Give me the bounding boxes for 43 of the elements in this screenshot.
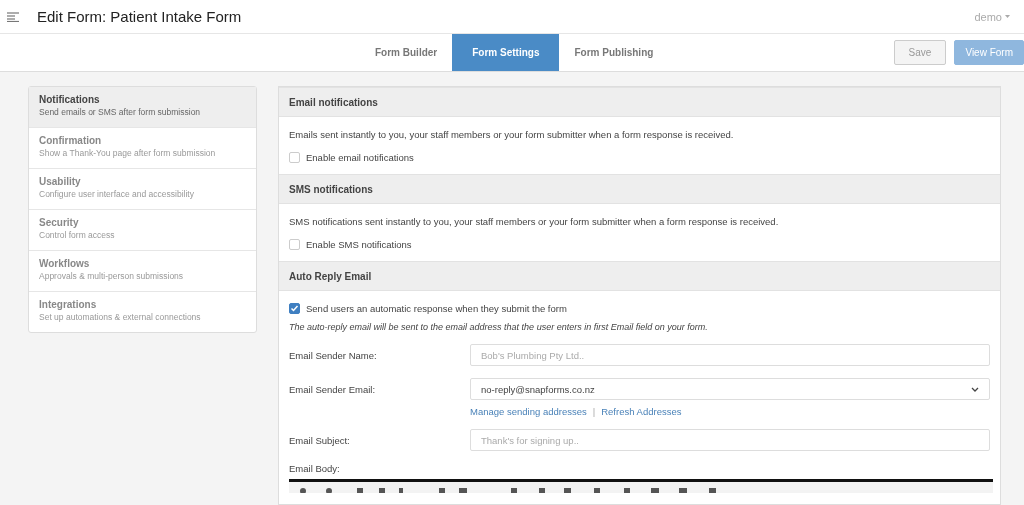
item-description: Configure user interface and accessibility (39, 189, 195, 199)
checkbox-label[interactable]: Enable SMS notifications (306, 239, 412, 250)
item-title: Notifications (39, 94, 101, 105)
tab[interactable]: Form Settings (452, 34, 560, 71)
separator: | (592, 406, 596, 417)
item-description: Set up automations & external connections (39, 312, 202, 322)
section-description: Emails sent instantly to you, your staff members or your form submitter when a form response is received. (289, 129, 735, 140)
save-button[interactable]: Save (893, 40, 947, 65)
page-title: Edit Form: Patient Intake Form (37, 8, 243, 25)
tab[interactable]: Form Builder (360, 34, 453, 71)
sidebar-item[interactable]: Workflows Approvals & multi-person submissions (29, 251, 256, 292)
section-description: SMS notifications sent instantly to you, your staff members or your form submitter when a form response is received. (289, 216, 780, 227)
field-label: Email Subject: (289, 434, 351, 446)
field-label: Email Sender Name: (289, 349, 378, 361)
section-header: Auto Reply Email (279, 261, 1000, 291)
sidebar-item[interactable]: Integrations Set up automations & external connections (29, 292, 256, 332)
item-title: Security (39, 217, 80, 228)
sidebar-item[interactable]: Usability Configure user interface and accessibility (29, 169, 256, 210)
user-menu[interactable]: demo (974, 10, 1010, 23)
checkbox-label[interactable]: Send users an automatic response when they submit the form (306, 303, 567, 314)
tab[interactable]: Form Publishing (559, 34, 669, 71)
field-label: Email Body: (289, 463, 341, 474)
item-title: Usability (39, 176, 82, 187)
link[interactable]: Refresh Addresses (601, 406, 682, 417)
field-label: Email Sender Email: (289, 383, 377, 395)
item-description: Send emails or SMS after form submission (39, 107, 202, 117)
sidebar-item[interactable]: Notifications Send emails or SMS after form submission (29, 87, 256, 128)
sidebar-item[interactable]: Security Control form access (29, 210, 256, 251)
item-title: Confirmation (39, 135, 103, 146)
item-description: Show a Thank-You page after form submission (39, 148, 217, 158)
section-header: SMS notifications (279, 174, 1000, 204)
input-field[interactable]: Thank's for signing up.. (470, 429, 990, 451)
section-header: Email notifications (279, 87, 1000, 117)
sidebar-item[interactable]: Confirmation Show a Thank-You page after form submission (29, 128, 256, 169)
link[interactable]: Manage sending addresses (470, 406, 587, 417)
checkbox-label[interactable]: Enable email notifications (306, 152, 414, 163)
item-title: Integrations (39, 299, 98, 310)
item-description: Approvals & multi-person submissions (39, 271, 185, 281)
item-description: Control form access (39, 230, 116, 240)
item-title: Workflows (39, 258, 91, 269)
input-field[interactable]: Bob's Plumbing Pty Ltd.. (470, 344, 990, 366)
select-field[interactable]: no-reply@snapforms.co.nz (470, 378, 990, 400)
help-note: The auto-reply email will be sent to the email address that the user enters in first Email field on your form. (289, 322, 709, 332)
